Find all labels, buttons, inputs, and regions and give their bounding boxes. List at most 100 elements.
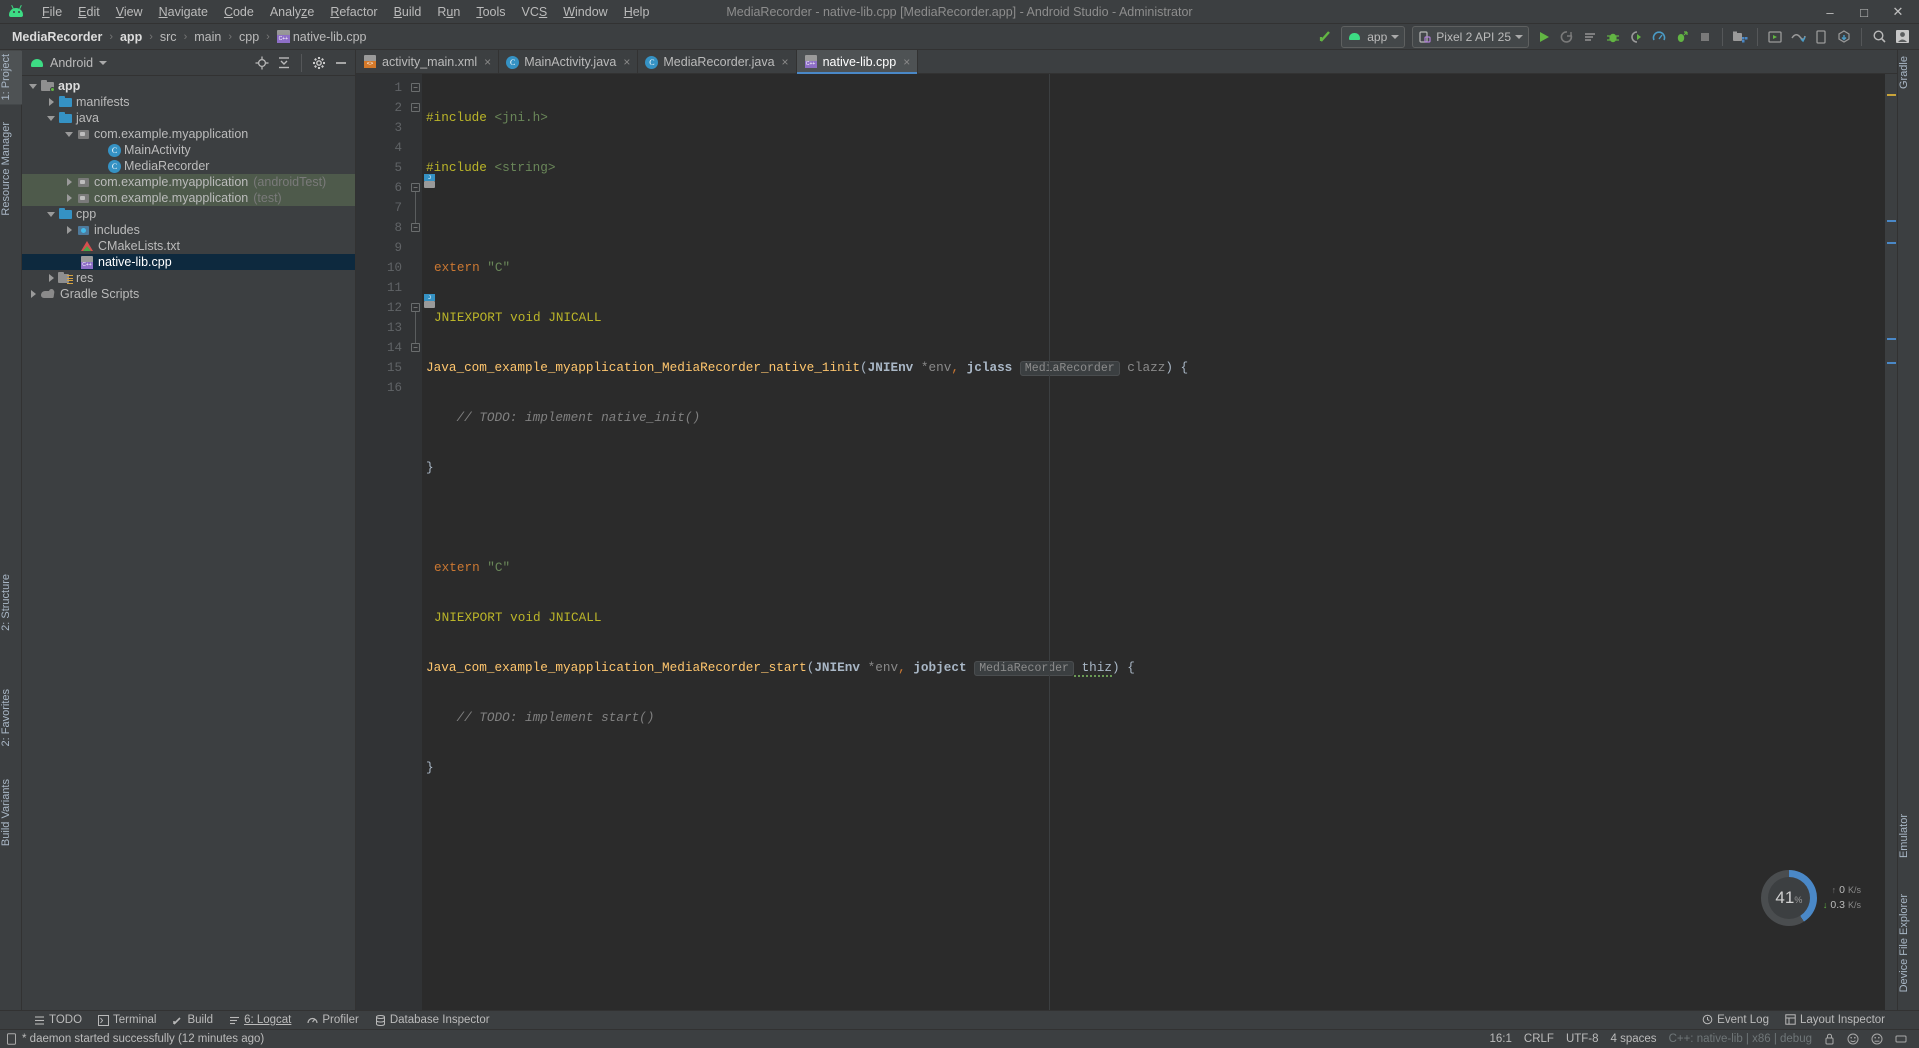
tree-node-cpp[interactable]: cpp [22, 206, 355, 222]
tree-node-gradle-scripts[interactable]: Gradle Scripts [22, 286, 355, 302]
sidebar-item-structure[interactable]: 2: Structure [0, 570, 22, 635]
bottom-tab-build[interactable]: Build [164, 1014, 221, 1026]
fold-marker[interactable]: − [411, 83, 420, 92]
sidebar-item-resource-manager[interactable]: Resource Manager [0, 118, 22, 220]
tree-node-app[interactable]: app [22, 78, 355, 94]
tree-node-cmakelists[interactable]: CMakeLists.txt [22, 238, 355, 254]
tree-node-package-main[interactable]: com.example.myapplication [22, 126, 355, 142]
sdk-download-icon[interactable] [1833, 26, 1855, 48]
maximize-button[interactable]: □ [1847, 1, 1881, 23]
sidebar-item-favorites[interactable]: 2: Favorites [0, 685, 22, 750]
avd-manager-icon[interactable] [1764, 26, 1786, 48]
menu-run[interactable]: Run [429, 3, 468, 21]
twisty-right-icon[interactable] [26, 287, 40, 301]
lock-icon[interactable] [1818, 1033, 1841, 1045]
breadcrumb-project[interactable]: MediaRecorder [8, 29, 106, 45]
chevron-down-icon[interactable] [99, 60, 108, 65]
bottom-tab-event-log[interactable]: Event Log [1694, 1014, 1777, 1026]
run-configuration-selector[interactable]: app [1341, 25, 1406, 48]
close-button[interactable]: ✕ [1881, 1, 1915, 23]
indent-setting[interactable]: 4 spaces [1605, 1033, 1663, 1045]
marker-info[interactable] [1887, 242, 1896, 244]
menu-help[interactable]: Help [616, 3, 658, 21]
collapse-all-icon[interactable] [274, 53, 294, 73]
twisty-right-icon[interactable] [44, 271, 58, 285]
bottom-tab-database-inspector[interactable]: Database Inspector [367, 1014, 498, 1026]
run-with-coverage-icon[interactable] [1671, 26, 1693, 48]
breadcrumb-app[interactable]: app [116, 29, 146, 45]
fold-marker[interactable]: − [411, 183, 420, 192]
tree-node-manifests[interactable]: manifests [22, 94, 355, 110]
bottom-tab-layout-inspector[interactable]: Layout Inspector [1777, 1014, 1893, 1026]
sync-gradle-icon[interactable] [1787, 26, 1809, 48]
marker-warning[interactable] [1887, 94, 1896, 96]
hide-pane-icon[interactable] [331, 53, 351, 73]
menu-analyze[interactable]: Analyze [262, 3, 322, 21]
editor-marker-bar[interactable] [1885, 74, 1897, 1010]
code-folding-strip[interactable]: − − − − − − [410, 74, 422, 1010]
attach-debugger-icon[interactable] [1625, 26, 1647, 48]
tree-node-package-test[interactable]: com.example.myapplication (test) [22, 190, 355, 206]
profiler-icon[interactable] [1648, 26, 1670, 48]
notification-icon[interactable] [1865, 1033, 1889, 1045]
code-text[interactable]: #include <jni.h> #include <string> exter… [422, 74, 1897, 1010]
menu-refactor[interactable]: Refactor [322, 3, 385, 21]
tab-native-lib-cpp[interactable]: native-lib.cpp × [796, 50, 919, 74]
close-icon[interactable]: × [484, 55, 491, 69]
menu-window[interactable]: Window [555, 3, 615, 21]
gear-icon[interactable] [309, 53, 329, 73]
marker-info[interactable] [1887, 338, 1896, 340]
breadcrumb-cpp[interactable]: cpp [235, 29, 263, 45]
menu-build[interactable]: Build [386, 3, 430, 21]
sidebar-item-build-variants[interactable]: Build Variants [0, 775, 22, 850]
sidebar-item-gradle[interactable]: Gradle [1898, 52, 1919, 93]
apply-code-changes-icon[interactable] [1579, 26, 1601, 48]
twisty-right-icon[interactable] [62, 175, 76, 189]
device-selector[interactable]: Pixel 2 API 25 [1412, 25, 1529, 48]
face-icon[interactable] [1841, 1033, 1865, 1045]
tree-node-java[interactable]: java [22, 110, 355, 126]
tree-node-res[interactable]: res [22, 270, 355, 286]
debug-icon[interactable] [1602, 26, 1624, 48]
sidebar-item-emulator[interactable]: Emulator [1898, 810, 1919, 862]
build-context[interactable]: C++: native-lib | x86 | debug [1663, 1033, 1818, 1045]
stop-icon[interactable] [1694, 26, 1716, 48]
twisty-right-icon[interactable] [62, 191, 76, 205]
menu-file[interactable]: File [34, 3, 70, 21]
sidebar-item-device-file-explorer[interactable]: Device File Explorer [1898, 890, 1919, 996]
caret-position[interactable]: 16:1 [1484, 1033, 1518, 1045]
menu-edit[interactable]: Edit [70, 3, 108, 21]
device-manager-icon[interactable] [1810, 26, 1832, 48]
breadcrumb-file[interactable]: native-lib.cpp [273, 29, 371, 45]
bottom-tab-logcat[interactable]: 6: Logcat [221, 1014, 299, 1026]
marker-info[interactable] [1887, 362, 1896, 364]
run-icon[interactable] [1533, 26, 1555, 48]
close-icon[interactable]: × [782, 55, 789, 69]
locate-icon[interactable] [252, 53, 272, 73]
twisty-right-icon[interactable] [44, 95, 58, 109]
menu-tools[interactable]: Tools [468, 3, 513, 21]
close-icon[interactable]: × [623, 55, 630, 69]
tab-mediarecorder-java[interactable]: C MediaRecorder.java × [638, 50, 797, 73]
twisty-down-icon[interactable] [26, 79, 40, 93]
avatar-icon[interactable] [1891, 26, 1913, 48]
breadcrumb-src[interactable]: src [156, 29, 181, 45]
tree-node-package-androidtest[interactable]: com.example.myapplication (androidTest) [22, 174, 355, 190]
sidebar-item-project[interactable]: 1: Project [0, 50, 22, 105]
tree-node-native-lib-cpp[interactable]: native-lib.cpp [22, 254, 355, 270]
menu-code[interactable]: Code [216, 3, 262, 21]
line-separator[interactable]: CRLF [1518, 1033, 1560, 1045]
search-icon[interactable] [1868, 26, 1890, 48]
fold-marker[interactable]: − [411, 343, 420, 352]
memory-indicator-icon[interactable] [1889, 1033, 1913, 1045]
make-project-icon[interactable] [1315, 26, 1337, 48]
twisty-down-icon[interactable] [62, 127, 76, 141]
tab-activity-main-xml[interactable]: activity_main.xml × [356, 50, 500, 73]
close-icon[interactable]: × [903, 55, 910, 69]
twisty-down-icon[interactable] [44, 207, 58, 221]
fold-marker[interactable]: − [411, 223, 420, 232]
menu-vcs[interactable]: VCS [514, 3, 556, 21]
marker-info[interactable] [1887, 220, 1896, 222]
bottom-tab-todo[interactable]: TODO [26, 1014, 90, 1026]
tree-node-mediarecorder[interactable]: C MediaRecorder [22, 158, 355, 174]
